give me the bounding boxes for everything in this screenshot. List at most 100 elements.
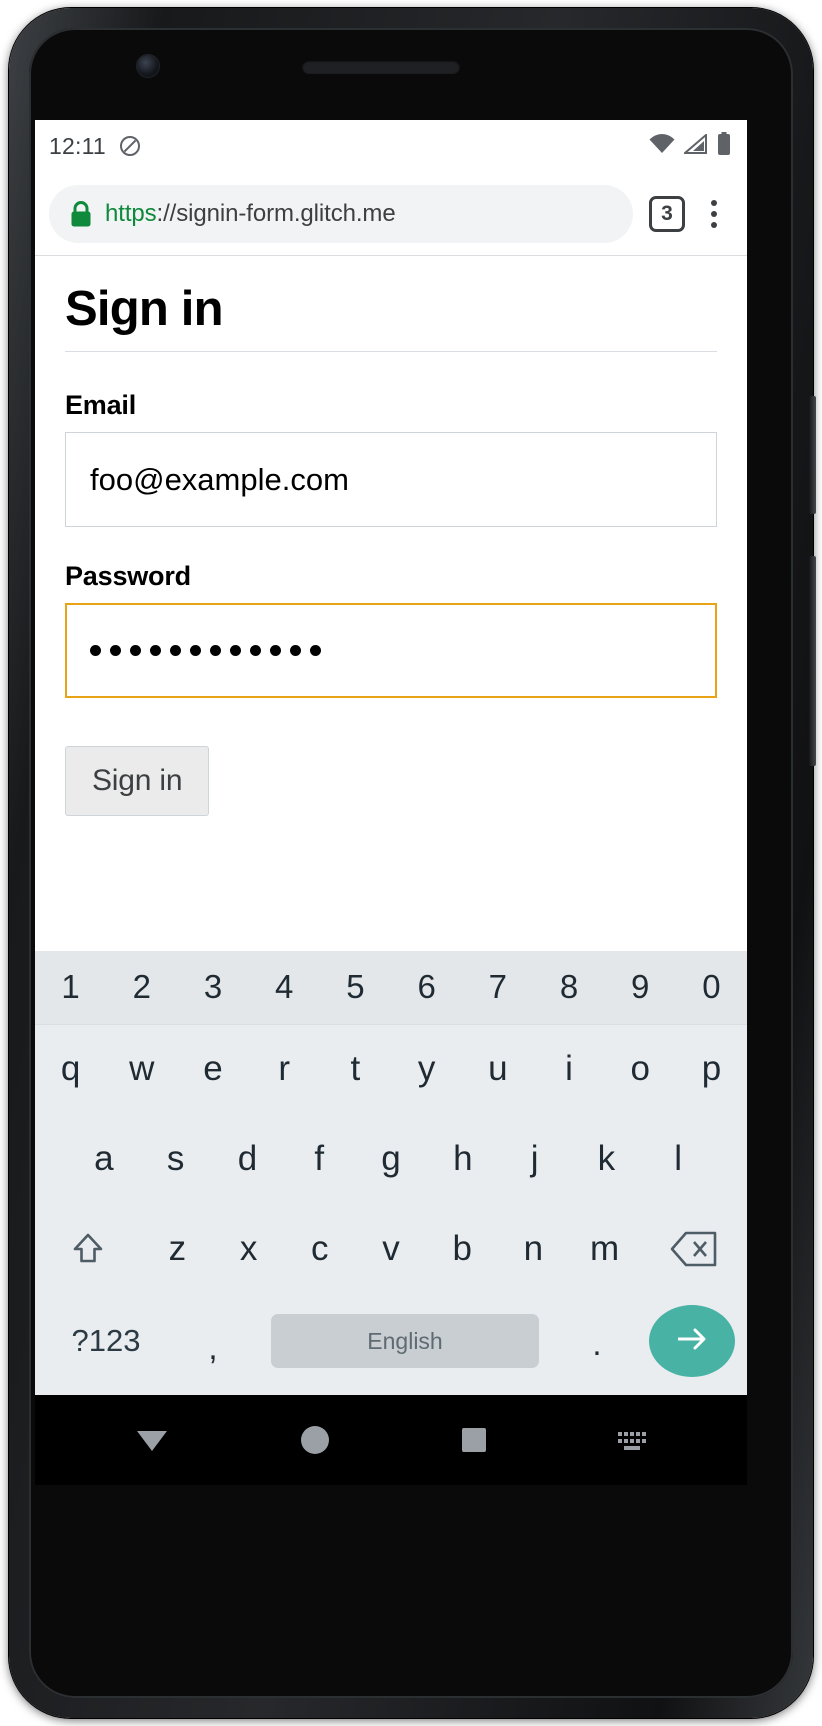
back-triangle-icon[interactable]	[133, 1425, 171, 1455]
virtual-keyboard: 1234567890 qwertyuiop asdfghjkl zxcvbnm …	[35, 951, 747, 1395]
key-i[interactable]: i	[533, 1025, 604, 1115]
backspace-icon[interactable]	[640, 1204, 747, 1294]
earpiece-speaker	[302, 60, 460, 74]
password-dot	[90, 645, 101, 657]
password-dot	[230, 645, 241, 657]
password-dot	[270, 645, 281, 657]
key-k[interactable]: k	[570, 1114, 642, 1204]
url-text: https://signin-form.glitch.me	[105, 200, 396, 228]
title-divider	[65, 351, 717, 353]
menu-dot	[711, 221, 717, 228]
home-circle-icon[interactable]	[298, 1423, 332, 1457]
password-label: Password	[65, 561, 191, 592]
battery-icon	[717, 131, 731, 161]
sign-in-button[interactable]: Sign in	[65, 746, 210, 817]
volume-button[interactable]	[809, 396, 816, 514]
android-nav-bar	[35, 1395, 747, 1485]
password-dot	[290, 645, 301, 657]
period-key[interactable]: .	[549, 1319, 645, 1363]
email-field-group: Email	[65, 390, 717, 528]
status-clock: 12:11	[49, 132, 106, 159]
key-1[interactable]: 1	[35, 951, 106, 1024]
key-7[interactable]: 7	[462, 951, 533, 1024]
key-r[interactable]: r	[249, 1025, 320, 1115]
key-o[interactable]: o	[605, 1025, 676, 1115]
phone-screen: 12:11 https://signin-form.glitch.me 3 Si…	[35, 120, 747, 1395]
key-b[interactable]: b	[427, 1229, 498, 1269]
tab-counter-button[interactable]: 3	[649, 195, 685, 232]
keyboard-number-row: 1234567890	[35, 951, 747, 1025]
key-5[interactable]: 5	[320, 951, 391, 1024]
key-s[interactable]: s	[140, 1114, 212, 1204]
key-8[interactable]: 8	[533, 951, 604, 1024]
password-dot	[310, 645, 321, 657]
password-dot	[250, 645, 261, 657]
signal-icon	[682, 132, 708, 159]
browser-toolbar: https://signin-form.glitch.me 3	[35, 172, 747, 256]
status-icons	[649, 131, 731, 161]
status-bar: 12:11	[35, 120, 747, 172]
keyboard-row-bottom: zxcvbnm	[35, 1204, 747, 1294]
key-p[interactable]: p	[676, 1025, 747, 1115]
key-u[interactable]: u	[462, 1025, 533, 1115]
key-6[interactable]: 6	[391, 951, 462, 1024]
password-dot	[130, 645, 141, 657]
keyboard-action-row: ?123 , English .	[35, 1293, 747, 1389]
page-title: Sign in	[65, 282, 224, 336]
key-c[interactable]: c	[284, 1229, 355, 1269]
email-input[interactable]	[65, 432, 717, 528]
arrow-right-icon	[673, 1324, 711, 1359]
key-e[interactable]: e	[177, 1025, 248, 1115]
key-v[interactable]: v	[355, 1229, 426, 1269]
lock-icon	[69, 200, 93, 228]
password-dot	[190, 645, 201, 657]
comma-key[interactable]: ,	[165, 1315, 261, 1367]
key-n[interactable]: n	[498, 1229, 569, 1269]
key-m[interactable]: m	[569, 1229, 640, 1269]
key-3[interactable]: 3	[177, 951, 248, 1024]
url-separator: ://	[156, 199, 177, 227]
key-y[interactable]: y	[391, 1025, 462, 1115]
key-g[interactable]: g	[355, 1114, 427, 1204]
key-l[interactable]: l	[642, 1114, 714, 1204]
key-q[interactable]: q	[35, 1025, 106, 1115]
keyboard-icon[interactable]	[616, 1428, 650, 1452]
password-dot	[150, 645, 161, 657]
key-f[interactable]: f	[283, 1114, 355, 1204]
key-x[interactable]: x	[213, 1229, 284, 1269]
key-w[interactable]: w	[106, 1025, 177, 1115]
menu-dot	[711, 210, 717, 217]
key-0[interactable]: 0	[676, 951, 747, 1024]
key-a[interactable]: a	[68, 1114, 140, 1204]
symbols-key[interactable]: ?123	[47, 1323, 165, 1359]
key-t[interactable]: t	[320, 1025, 391, 1115]
password-input[interactable]	[65, 603, 717, 699]
key-z[interactable]: z	[142, 1229, 213, 1269]
menu-dot	[711, 199, 717, 206]
url-host: signin-form.glitch.me	[176, 199, 396, 227]
enter-key[interactable]	[649, 1305, 735, 1378]
overflow-menu-icon[interactable]	[693, 190, 735, 238]
keyboard-row-home: asdfghjkl	[35, 1114, 747, 1204]
power-button[interactable]	[809, 556, 816, 766]
password-dot	[210, 645, 221, 657]
keyboard-row-top: qwertyuiop	[35, 1025, 747, 1115]
web-page-content: Sign in Email Password Sign in	[35, 256, 747, 951]
recents-square-icon[interactable]	[459, 1425, 489, 1455]
shift-icon[interactable]	[35, 1204, 142, 1294]
address-bar[interactable]: https://signin-form.glitch.me	[49, 184, 633, 243]
key-j[interactable]: j	[499, 1114, 571, 1204]
key-h[interactable]: h	[427, 1114, 499, 1204]
password-field-group: Password	[65, 561, 717, 699]
key-9[interactable]: 9	[605, 951, 676, 1024]
key-d[interactable]: d	[212, 1114, 284, 1204]
password-dot	[170, 645, 181, 657]
key-2[interactable]: 2	[106, 951, 177, 1024]
key-4[interactable]: 4	[249, 951, 320, 1024]
url-scheme: https	[105, 199, 157, 227]
wifi-icon	[649, 133, 675, 159]
space-key[interactable]: English	[271, 1314, 539, 1369]
dnd-icon	[118, 134, 142, 158]
password-dot	[110, 645, 121, 657]
front-camera-icon	[137, 55, 159, 77]
